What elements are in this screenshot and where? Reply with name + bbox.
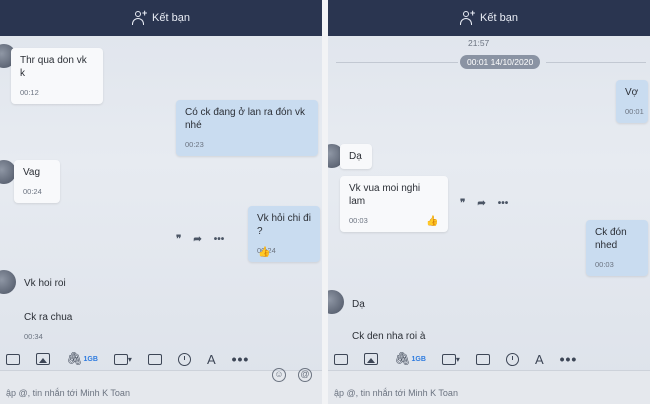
business-card-button[interactable] [475, 353, 490, 365]
add-person-icon: + [460, 8, 475, 25]
more-options-button[interactable]: ••• [232, 351, 250, 367]
image-button[interactable] [36, 353, 50, 365]
attach-button[interactable]: 🖇 1GB [66, 351, 98, 367]
add-friend-label: Kết bạn [152, 12, 190, 24]
screenshot-icon [113, 353, 128, 365]
date-divider-line [546, 62, 646, 63]
text-format-icon: A [534, 351, 544, 367]
date-divider-line [336, 62, 458, 63]
message-bubble[interactable]: Vag 00:24 [14, 160, 60, 203]
message-text[interactable]: Dạ [352, 299, 365, 310]
attach-button[interactable]: 🖇 1GB [394, 351, 426, 367]
contact-card-icon [475, 353, 490, 365]
add-friend-button[interactable]: + Kết bạn [132, 8, 190, 25]
message-time: 00:03 [595, 260, 614, 269]
add-friend-button[interactable]: + Kết bạn [460, 8, 518, 25]
message-time: 00:24 [23, 187, 42, 196]
message-input[interactable]: ập @, tin nhắn tới Minh K Toan [328, 370, 650, 404]
message-bubble[interactable]: Vợ 00:01 [616, 80, 648, 123]
add-friend-label: Kết bạn [480, 12, 518, 24]
more-icon[interactable]: ••• [498, 198, 509, 209]
composer-toolbar: 🖇 1GB ▾ A ••• [328, 346, 650, 372]
contact-card-icon [147, 353, 162, 365]
message-time: 00:01 [625, 107, 644, 116]
avatar[interactable] [328, 290, 344, 314]
message-bubble[interactable]: Thr qua don vk k 00:12 [11, 48, 103, 104]
reminder-button[interactable] [177, 352, 191, 366]
more-icon[interactable]: ••• [214, 234, 225, 245]
chevron-down-icon: ▾ [127, 354, 132, 364]
message-time: 00:23 [185, 140, 204, 149]
more-icon: ••• [559, 351, 578, 367]
image-button[interactable] [364, 353, 378, 365]
format-text-button[interactable]: A [207, 352, 216, 367]
message-text: Dạ [349, 151, 362, 162]
message-bubble[interactable]: Có ck đang ở lan ra đón vk nhé 00:23 [176, 100, 318, 156]
file-size-limit: 1GB [411, 355, 426, 363]
screenshot-button[interactable]: ▾ [113, 353, 132, 365]
paperclip-icon: 🖇 [66, 351, 83, 366]
sticker-button[interactable] [334, 353, 348, 365]
quote-icon[interactable]: ❞ [460, 198, 465, 209]
screenshot-icon [441, 353, 456, 365]
sticker-button[interactable] [6, 353, 20, 365]
sticker-icon [6, 353, 20, 365]
screenshot-button[interactable]: ▾ [441, 353, 460, 365]
message-bubble[interactable]: Dạ [340, 144, 372, 169]
message-text[interactable]: Ck ra chua [24, 312, 72, 323]
message-text: Có ck đang ở lan ra đón vk nhé [185, 107, 305, 131]
image-icon [36, 353, 50, 365]
like-icon[interactable]: 👍 [258, 247, 270, 258]
message-text: Vk vua moi nghi lam [349, 183, 421, 207]
message-text: Vk hỏi chi đi ? [257, 213, 311, 237]
emoji-icon[interactable]: ☺ [272, 368, 286, 382]
quote-icon[interactable]: ❞ [176, 234, 181, 245]
text-format-icon: A [206, 351, 216, 367]
message-time: 00:34 [24, 332, 43, 341]
message-actions: ❞ ➦ ••• [176, 234, 224, 245]
more-icon: ••• [231, 351, 250, 367]
format-text-button[interactable]: A [535, 352, 544, 367]
chat-header: + Kết bạn [0, 0, 322, 36]
date-separator: 00:01 14/10/2020 [460, 55, 541, 69]
forward-icon[interactable]: ➦ [477, 198, 485, 209]
message-text: Thr qua don vk k [20, 55, 87, 79]
message-text[interactable]: Vk hoi roi [24, 278, 66, 289]
file-size-limit: 1GB [83, 355, 98, 363]
reminder-button[interactable] [505, 352, 519, 366]
message-bubble[interactable]: Ck đón nhed 00:03 [586, 220, 648, 276]
image-icon [364, 353, 378, 365]
message-input-placeholder: ập @, tin nhắn tới Minh K Toan [6, 388, 130, 398]
time-label: 21:57 [468, 38, 490, 48]
like-icon[interactable]: 👍 [426, 216, 438, 227]
forward-icon[interactable]: ➦ [193, 234, 201, 245]
message-text: Vag [23, 167, 41, 178]
message-text[interactable]: Ck den nha roi à [352, 331, 425, 342]
message-text: Vợ [625, 87, 639, 98]
avatar[interactable] [0, 270, 16, 294]
paperclip-icon: 🖇 [394, 351, 411, 366]
mention-icon[interactable]: @ [298, 368, 312, 382]
chat-header: + Kết bạn [328, 0, 650, 36]
add-person-icon: + [132, 8, 147, 25]
message-actions: ❞ ➦ ••• [460, 198, 508, 209]
chat-panel-left: + Kết bạn Thr qua don vk k 00:12 Có ck đ… [0, 0, 322, 404]
more-options-button[interactable]: ••• [560, 351, 578, 367]
clock-icon [505, 352, 519, 366]
message-time: 00:12 [20, 88, 39, 97]
message-input-placeholder: ập @, tin nhắn tới Minh K Toan [334, 388, 458, 398]
business-card-button[interactable] [147, 353, 162, 365]
clock-icon [177, 352, 191, 366]
chevron-down-icon: ▾ [455, 354, 460, 364]
message-text: Ck đón nhed [595, 227, 627, 251]
chat-panel-right: + Kết bạn 21:57 00:01 14/10/2020 Vợ 00:0… [328, 0, 650, 404]
sticker-icon [334, 353, 348, 365]
